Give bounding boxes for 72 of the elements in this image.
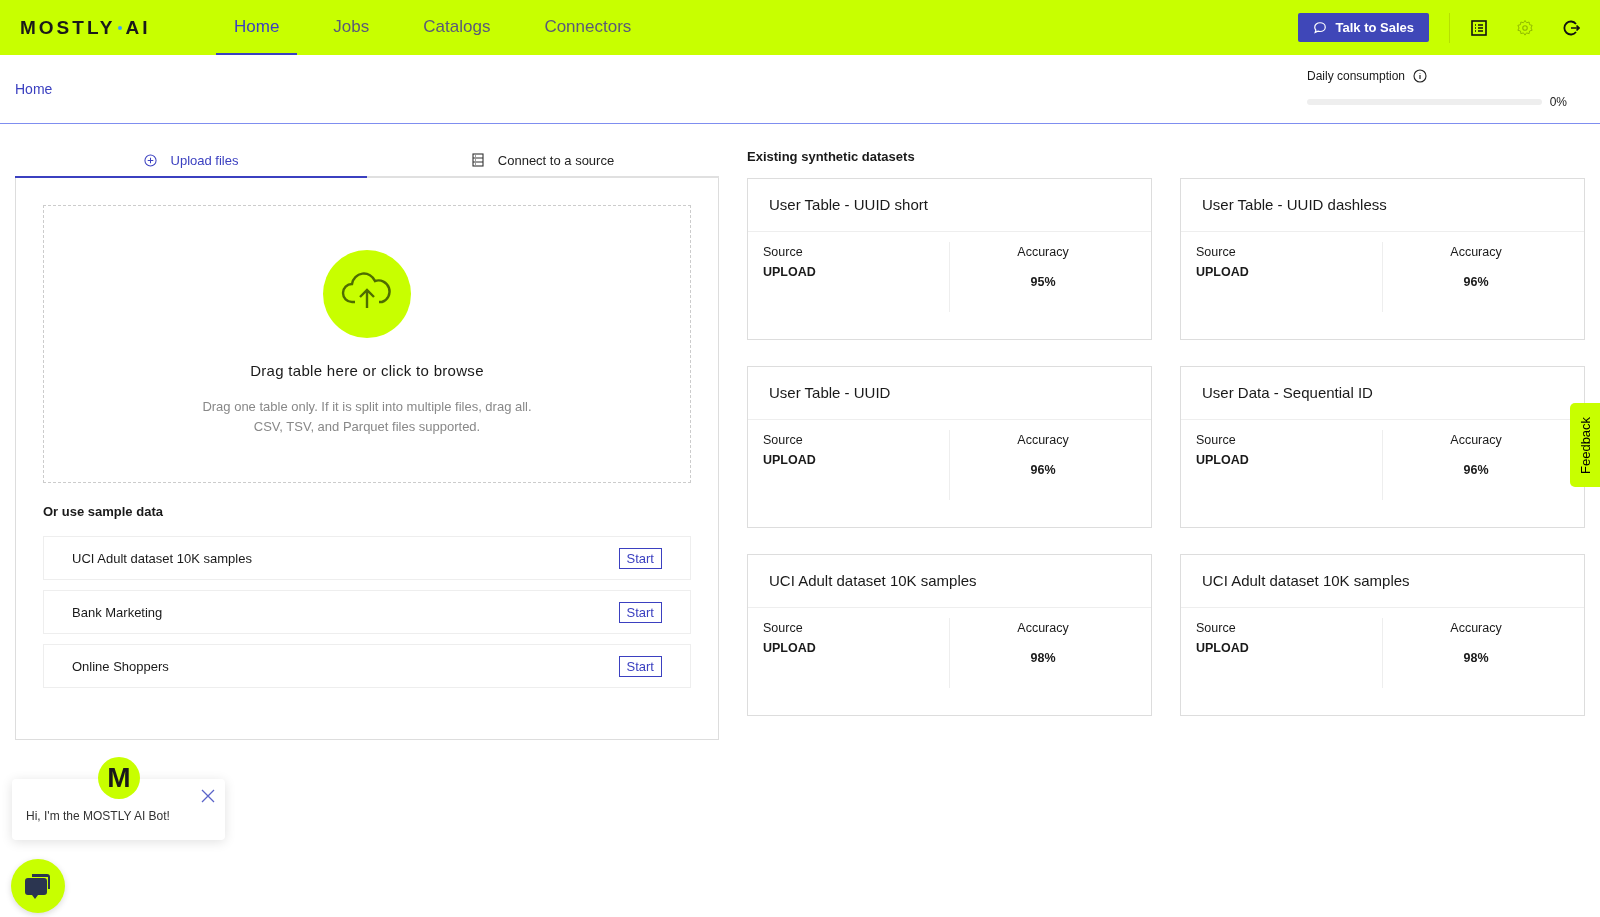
accuracy-value: 96% [1462, 274, 1490, 291]
talk-to-sales-button[interactable]: Talk to Sales [1298, 13, 1429, 42]
drop-zone-hint: Drag one table only. If it is split into multiple files, drag all. [202, 398, 532, 416]
dataset-card[interactable]: User Table - UUID Source UPLOAD Accuracy 96% [747, 366, 1152, 528]
nav-tab[interactable]: Home [216, 0, 298, 55]
source-label: Source [1196, 244, 1237, 261]
dataset-card[interactable]: User Table - UUID dashless Source UPLOAD Accuracy 96% [1180, 178, 1585, 340]
drop-zone-title: Drag table here or click to browse [250, 362, 484, 379]
start-button[interactable]: Start [618, 601, 662, 623]
nav-tab[interactable]: Catalogs [405, 0, 509, 55]
source-label: Source [763, 244, 804, 261]
accuracy-value: 98% [1029, 650, 1057, 667]
logo-text: AI [125, 16, 151, 39]
cloud-upload-icon [323, 250, 411, 338]
plus-circle-icon [143, 153, 157, 167]
consumption-label: Daily consumption [1307, 69, 1406, 83]
accuracy-label: Accuracy [1449, 244, 1503, 261]
accuracy-label: Accuracy [1449, 620, 1503, 637]
accuracy-label: Accuracy [1016, 244, 1070, 261]
dataset-name: UCI Adult dataset 10K samples [1181, 555, 1584, 608]
document-list-icon[interactable] [1470, 18, 1488, 37]
source-value: UPLOAD [763, 640, 817, 657]
source-label: Source [763, 620, 804, 637]
dataset-name: User Table - UUID short [748, 179, 1151, 232]
chat-launcher-button[interactable] [11, 859, 65, 913]
close-icon[interactable] [201, 789, 215, 803]
sample-data-heading: Or use sample data [43, 504, 164, 519]
accuracy-value: 96% [1029, 462, 1057, 479]
dataset-card[interactable]: User Table - UUID short Source UPLOAD Accuracy 95% [747, 178, 1152, 340]
bot-message: Hi, I'm the MOSTLY AI Bot! [26, 809, 170, 823]
bot-avatar: M [98, 757, 140, 799]
breadcrumb-link[interactable]: Home [15, 81, 53, 97]
sample-name: UCI Adult dataset 10K samples [72, 550, 252, 566]
source-label: Source [1196, 432, 1237, 449]
source-label: Source [763, 432, 804, 449]
accuracy-label: Accuracy [1449, 432, 1503, 449]
server-icon [471, 153, 484, 167]
chat-bubbles-icon [23, 871, 53, 901]
nav-tab[interactable]: Connectors [526, 0, 650, 55]
feedback-tab[interactable]: Feedback [1570, 403, 1600, 487]
logo-dot-icon [118, 25, 123, 30]
start-button[interactable]: Start [618, 655, 662, 677]
accuracy-value: 96% [1462, 462, 1490, 479]
source-tab[interactable]: Upload files [15, 144, 367, 178]
sample-name: Online Shoppers [72, 658, 169, 674]
drop-zone-hint: CSV, TSV, and Parquet files supported. [252, 418, 482, 436]
source-value: UPLOAD [763, 452, 817, 469]
dataset-card[interactable]: UCI Adult dataset 10K samples Source UPLOAD Accuracy 98% [747, 554, 1152, 716]
accuracy-value: 98% [1462, 650, 1490, 667]
chat-bubble-icon [1313, 20, 1328, 35]
dataset-card[interactable]: UCI Adult dataset 10K samples Source UPLOAD Accuracy 98% [1180, 554, 1585, 716]
sample-name: Bank Marketing [72, 604, 163, 620]
consumption-value: 0% [1549, 95, 1567, 109]
source-value: UPLOAD [1196, 452, 1250, 469]
accuracy-value: 95% [1029, 274, 1057, 291]
source-value: UPLOAD [1196, 640, 1250, 657]
dataset-name: User Table - UUID [748, 367, 1151, 420]
datasets-heading: Existing synthetic datasets [747, 149, 916, 164]
file-drop-zone[interactable]: Drag table here or click to browse Drag one table only. If it is split into multiple files, drag all. CSV, TSV, and Parquet files supported. [43, 205, 691, 483]
dataset-name: User Table - UUID dashless [1181, 179, 1584, 232]
logout-icon[interactable] [1562, 18, 1580, 37]
info-icon[interactable] [1413, 69, 1428, 83]
source-label: Source [1196, 620, 1237, 637]
nav-tab[interactable]: Jobs [315, 0, 388, 55]
accuracy-label: Accuracy [1016, 620, 1070, 637]
logo-text: MOSTLY [20, 16, 116, 39]
dataset-name: UCI Adult dataset 10K samples [748, 555, 1151, 608]
start-button[interactable]: Start [618, 547, 662, 569]
accuracy-label: Accuracy [1016, 432, 1070, 449]
source-tab[interactable]: Connect to a source [367, 144, 719, 178]
source-value: UPLOAD [1196, 264, 1250, 281]
source-value: UPLOAD [763, 264, 817, 281]
